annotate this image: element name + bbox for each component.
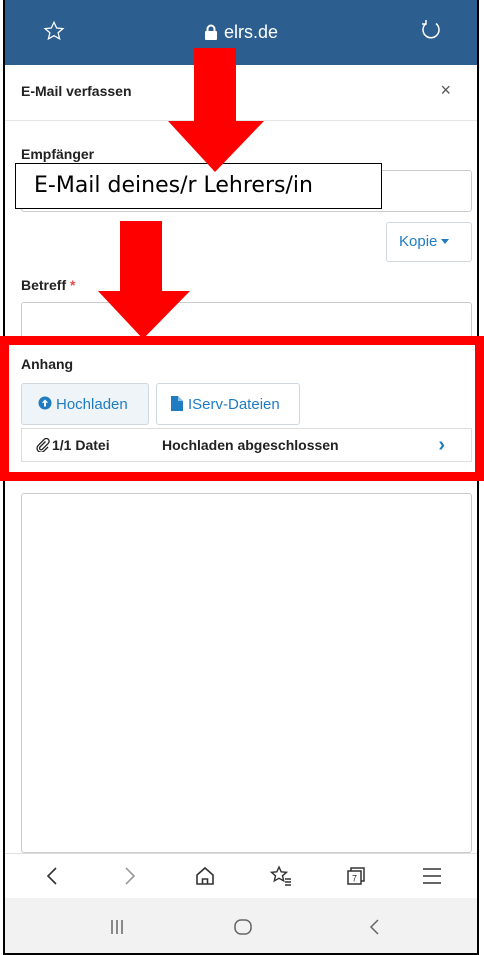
- close-button[interactable]: ×: [440, 80, 451, 101]
- system-nav-bar: [5, 898, 477, 953]
- subject-input[interactable]: [21, 302, 472, 342]
- file-count-text: 1/1 Datei: [52, 437, 110, 453]
- upload-button-label: Hochladen: [56, 396, 128, 413]
- back-icon[interactable]: [41, 864, 65, 888]
- copy-button[interactable]: Kopie: [386, 222, 472, 262]
- attachment-status-row[interactable]: 1/1 Datei Hochladen abgeschlossen ›: [21, 428, 472, 462]
- arrow-down-icon: [168, 48, 264, 172]
- home-button-icon[interactable]: [231, 915, 255, 939]
- bookmarks-icon[interactable]: [269, 864, 293, 888]
- file-count: 1/1 Datei: [36, 437, 110, 453]
- upload-circle-icon: [38, 396, 52, 410]
- required-mark: *: [70, 277, 76, 293]
- iserv-files-button[interactable]: IServ-Dateien: [156, 383, 300, 425]
- url-text: elrs.de: [223, 22, 279, 42]
- file-icon: [171, 396, 183, 411]
- attachment-label: Anhang: [21, 356, 74, 372]
- message-body-input[interactable]: [21, 493, 472, 853]
- copy-button-label: Kopie: [399, 233, 438, 250]
- address-bar[interactable]: elrs.de: [5, 22, 477, 43]
- browser-bottom-nav: 7: [5, 853, 477, 899]
- tabs-count: 7: [352, 874, 357, 884]
- home-icon[interactable]: [193, 864, 217, 888]
- forward-icon[interactable]: [117, 864, 141, 888]
- tabs-icon[interactable]: 7: [344, 864, 368, 888]
- reload-icon[interactable]: [419, 18, 443, 42]
- recents-icon[interactable]: [105, 915, 129, 939]
- modal-title: E-Mail verfassen: [21, 83, 132, 99]
- subject-label-text: Betreff: [21, 277, 67, 293]
- lock-icon: [204, 24, 217, 40]
- chevron-right-icon[interactable]: ›: [438, 434, 445, 457]
- system-back-icon[interactable]: [363, 915, 387, 939]
- subject-label: Betreff *: [21, 277, 75, 293]
- upload-status: Hochladen abgeschlossen: [162, 437, 339, 453]
- caret-down-icon: [441, 239, 450, 244]
- arrow-down-icon: [98, 221, 190, 339]
- menu-icon[interactable]: [420, 864, 444, 888]
- recipient-label: Empfänger: [21, 146, 95, 162]
- upload-button[interactable]: Hochladen: [21, 383, 149, 425]
- iserv-files-label: IServ-Dateien: [188, 396, 280, 413]
- paperclip-icon: [36, 437, 50, 453]
